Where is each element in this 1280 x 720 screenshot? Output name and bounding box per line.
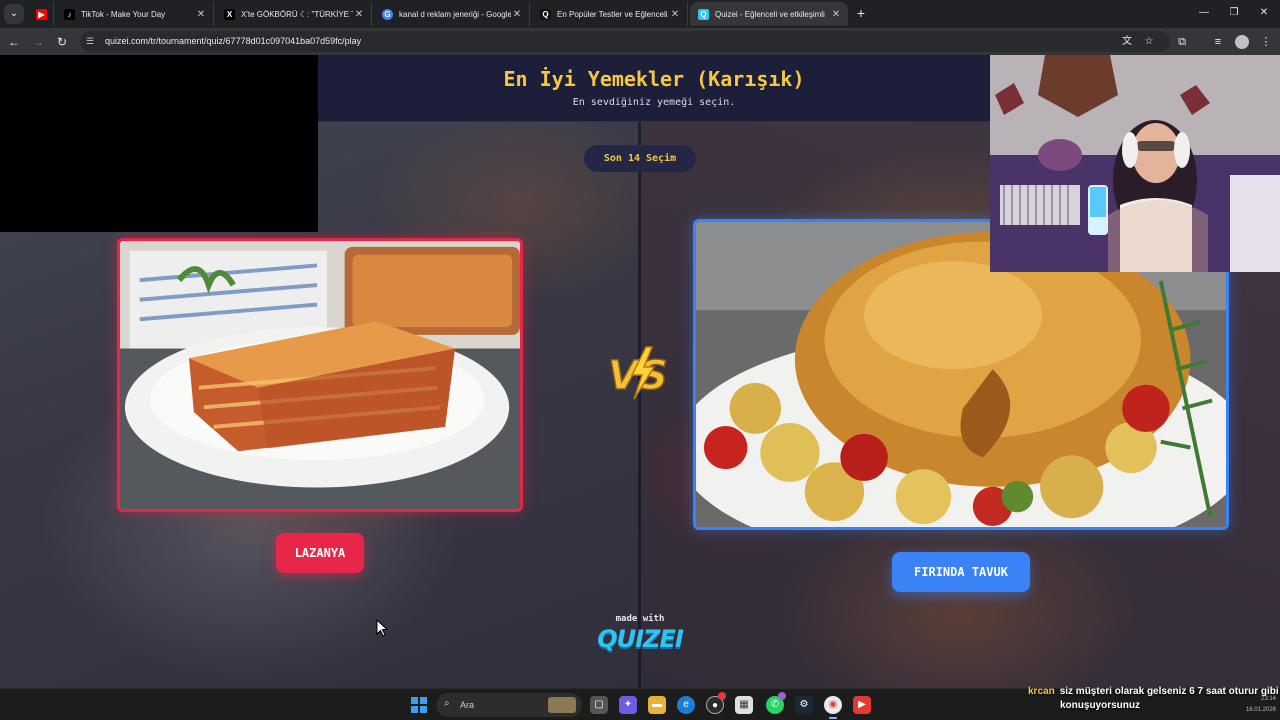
edge-icon[interactable]: e: [677, 696, 695, 714]
task-view-icon[interactable]: ▢: [590, 696, 608, 714]
address-bar[interactable]: ☰ quizei.com/tr/tournament/quiz/67778d01…: [80, 31, 1170, 52]
extensions-icon[interactable]: ⧉: [1172, 32, 1192, 52]
close-icon[interactable]: ✕: [195, 9, 207, 20]
stream-overlay-block: [0, 55, 318, 232]
tiktok-icon: ♪: [64, 8, 75, 20]
quizei-icon: Q: [540, 8, 551, 20]
file-explorer-icon[interactable]: ▬: [648, 696, 666, 714]
notification-badge: [778, 692, 786, 700]
quiz-title: En İyi Yemekler (Karışık): [503, 67, 805, 91]
clock-time: 23:14: [1260, 696, 1276, 702]
site-settings-icon[interactable]: ☰: [86, 36, 98, 47]
tab-popular-tests[interactable]: Q En Popüler Testler ve Eğlenceli ✕: [532, 2, 688, 26]
close-icon[interactable]: ✕: [830, 9, 842, 20]
mouse-cursor-icon: [376, 619, 388, 637]
media-icon[interactable]: ≡: [1208, 32, 1228, 52]
quiz-header: En İyi Yemekler (Karışık) En sevdiğiniz …: [318, 55, 990, 122]
round-badge: Son 14 Seçim: [584, 145, 696, 172]
webcam-overlay: [990, 55, 1280, 272]
search-highlight-image: [548, 697, 576, 713]
browser-tab-strip: ⌄ ▶ ♪ TikTok - Make Your Day ✕ X X'te GÖ…: [0, 0, 1280, 28]
tab-search-icon[interactable]: ⌄: [4, 4, 24, 24]
youtube-icon: ▶: [36, 8, 47, 20]
url-text[interactable]: quizei.com/tr/tournament/quiz/67778d01c0…: [105, 31, 361, 52]
tab-title: X'te GÖKBÖRÜ ☾: "TÜRKİYE TÜ: [241, 9, 353, 19]
steam-icon[interactable]: ⚙: [795, 696, 813, 714]
quizei-icon: Q: [698, 8, 709, 20]
store-icon[interactable]: ▦: [735, 696, 753, 714]
streaming-app-icon[interactable]: ▶: [853, 696, 871, 714]
quizei-logo[interactable]: QUIZEI: [590, 625, 690, 653]
x-icon: X: [224, 8, 235, 20]
chrome-icon[interactable]: ◉: [824, 696, 842, 719]
tab-google[interactable]: G kanal d reklam jeneriği - Google ✕: [374, 2, 530, 26]
left-choice-button[interactable]: LAZANYA: [276, 533, 364, 573]
tab-youtube[interactable]: ▶: [28, 2, 54, 26]
made-with-label: made with: [615, 614, 665, 624]
bookmark-star-icon[interactable]: ☆: [1140, 33, 1158, 50]
new-tab-icon[interactable]: +: [852, 4, 870, 22]
center-divider: [638, 121, 641, 688]
tab-tiktok[interactable]: ♪ TikTok - Make Your Day ✕: [56, 2, 214, 26]
system-clock[interactable]: 23:14 16.01.2026: [1226, 694, 1276, 716]
lasagna-image: [120, 241, 520, 509]
reload-icon[interactable]: ↻: [52, 32, 72, 52]
close-icon[interactable]: ✕: [511, 9, 523, 20]
right-choice-button[interactable]: FIRINDA TAVUK: [892, 552, 1030, 592]
menu-kebab-icon[interactable]: ⋮: [1256, 32, 1276, 52]
quiz-subtitle: En sevdiğiniz yemeği seçin.: [572, 97, 736, 108]
tab-x[interactable]: X X'te GÖKBÖRÜ ☾: "TÜRKİYE TÜ ✕: [216, 2, 372, 26]
notification-badge: [718, 692, 726, 700]
quiz-page: En İyi Yemekler (Karışık) En sevdiğiniz …: [0, 55, 1280, 688]
browser-toolbar: ← → ↻ ☰ quizei.com/tr/tournament/quiz/67…: [0, 28, 1280, 55]
taskbar-search[interactable]: ⌕ Ara: [436, 693, 582, 717]
webcam-video: [990, 55, 1280, 272]
windows-start-icon[interactable]: [411, 697, 427, 713]
left-choice-image[interactable]: [117, 238, 523, 512]
tab-title: En Popüler Testler ve Eğlenceli: [557, 9, 668, 19]
versus-icon: VS: [607, 346, 669, 400]
back-arrow-icon[interactable]: ←: [4, 32, 24, 52]
clock-date: 16.01.2026: [1245, 707, 1276, 713]
search-icon: ⌕: [444, 698, 450, 709]
translate-icon[interactable]: 文: [1118, 33, 1136, 50]
profile-avatar[interactable]: [1235, 35, 1249, 49]
copilot-icon[interactable]: ✦: [619, 696, 637, 714]
tab-title: kanal d reklam jeneriği - Google: [399, 9, 511, 19]
search-label: Ara: [460, 700, 475, 710]
window-close-icon[interactable]: ✕: [1244, 4, 1280, 22]
tab-title: Quizei - Eğlenceli ve etkileşimli: [715, 9, 825, 19]
google-icon: G: [382, 8, 393, 20]
tab-title: TikTok - Make Your Day: [81, 9, 166, 19]
forward-arrow-icon[interactable]: →: [28, 32, 48, 52]
tab-quizei-active[interactable]: Q Quizei - Eğlenceli ve etkileşimli ✕: [690, 2, 848, 26]
close-icon[interactable]: ✕: [353, 9, 365, 20]
chat-username: krcan: [1028, 686, 1055, 697]
close-icon[interactable]: ✕: [669, 9, 681, 20]
